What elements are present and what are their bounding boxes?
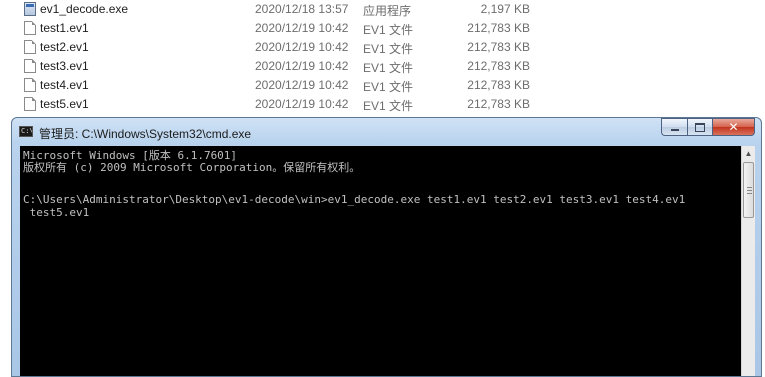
file-date: 2020/12/19 10:42 <box>255 97 349 111</box>
file-size: 212,783 KB <box>467 97 530 111</box>
file-name: test3.ev1 <box>40 59 89 73</box>
file-name: test2.ev1 <box>40 40 89 54</box>
file-date: 2020/12/19 10:42 <box>255 78 349 92</box>
file-size: 212,783 KB <box>467 59 530 73</box>
file-size: 2,197 KB <box>480 2 530 16</box>
file-date: 2020/12/18 13:57 <box>255 2 349 16</box>
console-line: 版权所有 (c) 2009 Microsoft Corporation。保留所有… <box>23 161 361 174</box>
file-name: test5.ev1 <box>40 97 89 111</box>
maximize-icon <box>695 122 705 132</box>
file-row-test2[interactable]: test2.ev1 2020/12/19 10:42 EV1 文件 212,78… <box>0 38 765 57</box>
file-row-test1[interactable]: test1.ev1 2020/12/19 10:42 EV1 文件 212,78… <box>0 19 765 38</box>
file-type: EV1 文件 <box>363 80 414 94</box>
console-line: test5.ev1 <box>23 206 90 219</box>
file-icon <box>24 40 36 54</box>
caption-buttons: ✕ <box>661 118 755 137</box>
console-output[interactable]: Microsoft Windows [版本 6.1.7601] 版权所有 (c)… <box>20 146 741 376</box>
file-size: 212,783 KB <box>467 40 530 54</box>
application-icon <box>24 2 36 16</box>
file-icon <box>24 21 36 35</box>
minimize-icon <box>670 129 679 131</box>
title-bar[interactable]: C:\ 管理员: C:\Windows\System32\cmd.exe ✕ <box>12 118 761 146</box>
file-type: EV1 文件 <box>363 99 414 113</box>
file-icon <box>24 59 36 73</box>
file-icon <box>24 97 36 111</box>
file-type: 应用程序 <box>363 4 412 18</box>
file-size: 212,783 KB <box>467 21 530 35</box>
scroll-up-icon[interactable]: ▲ <box>742 147 755 161</box>
grip-line <box>747 190 752 191</box>
vertical-scrollbar[interactable]: ▲ <box>741 146 755 376</box>
file-row-test4[interactable]: test4.ev1 2020/12/19 10:42 EV1 文件 212,78… <box>0 76 765 95</box>
file-row-ev1-decode-exe[interactable]: ev1_decode.exe 2020/12/18 13:57 应用程序 2,1… <box>0 0 765 19</box>
file-list: ev1_decode.exe 2020/12/18 13:57 应用程序 2,1… <box>0 0 765 114</box>
grip-line <box>747 187 752 188</box>
minimize-button[interactable] <box>661 118 687 136</box>
file-icon <box>24 78 36 92</box>
close-button[interactable]: ✕ <box>712 118 755 136</box>
console-line: C:\Users\Administrator\Desktop\ev1-decod… <box>23 193 686 206</box>
file-type: EV1 文件 <box>363 23 414 37</box>
grip-line <box>747 193 752 194</box>
file-name: test1.ev1 <box>40 21 89 35</box>
cmd-window[interactable]: C:\ 管理员: C:\Windows\System32\cmd.exe ✕ M… <box>11 117 762 377</box>
file-name: ev1_decode.exe <box>40 2 129 16</box>
file-date: 2020/12/19 10:42 <box>255 40 349 54</box>
window-title: 管理员: C:\Windows\System32\cmd.exe <box>39 127 252 141</box>
close-icon: ✕ <box>728 120 739 134</box>
scrollbar-thumb[interactable] <box>743 162 754 218</box>
file-type: EV1 文件 <box>363 61 414 75</box>
file-date: 2020/12/19 10:42 <box>255 21 349 35</box>
maximize-button[interactable] <box>687 118 712 136</box>
file-row-test5[interactable]: test5.ev1 2020/12/19 10:42 EV1 文件 212,78… <box>0 95 765 114</box>
file-date: 2020/12/19 10:42 <box>255 59 349 73</box>
file-row-test3[interactable]: test3.ev1 2020/12/19 10:42 EV1 文件 212,78… <box>0 57 765 76</box>
file-size: 212,783 KB <box>467 78 530 92</box>
file-type: EV1 文件 <box>363 42 414 56</box>
cmd-icon[interactable]: C:\ <box>19 126 33 137</box>
file-name: test4.ev1 <box>40 78 89 92</box>
